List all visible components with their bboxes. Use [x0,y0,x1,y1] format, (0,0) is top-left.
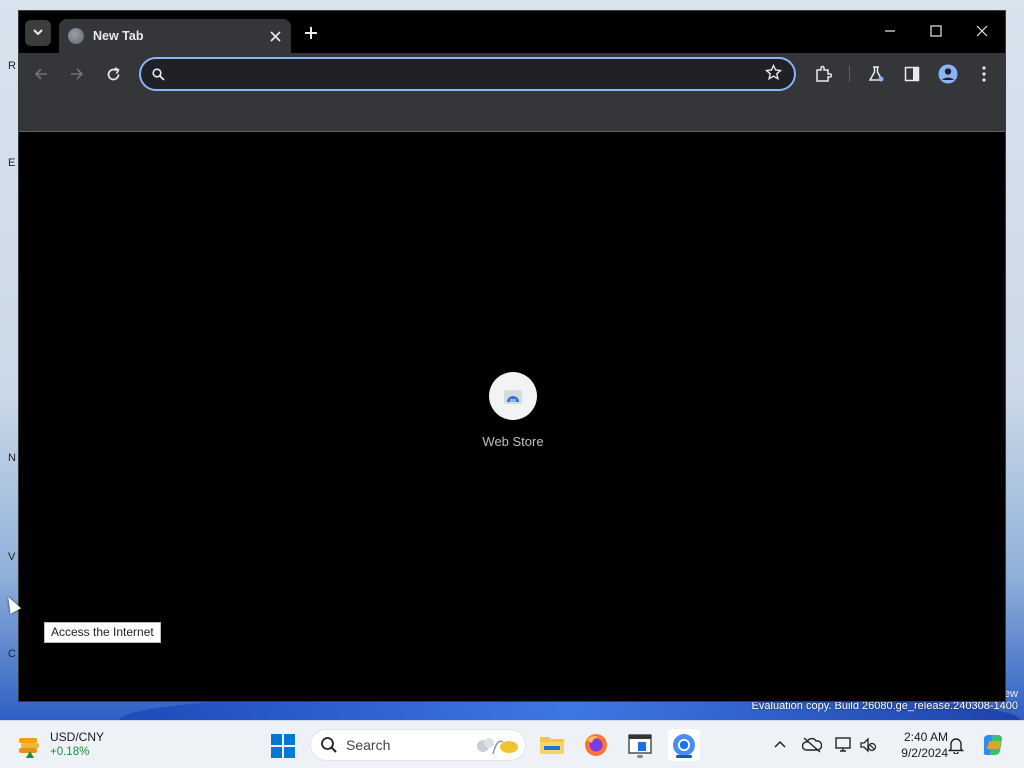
shortcut-label: Web Store [482,434,544,449]
tooltip: Access the Internet [44,622,161,643]
maximize-icon [930,25,942,37]
taskbar-firefox[interactable] [580,729,612,761]
arrow-left-icon [34,68,47,80]
chrome-icon [673,734,695,756]
clock-date: 9/2/2024 [901,746,948,760]
address-input[interactable] [173,63,753,85]
reload-button[interactable] [100,61,126,87]
volume-muted-icon[interactable] [858,735,878,755]
forward-button[interactable] [64,61,90,87]
taskbar: USD/CNY +0.18% Search 2:40 AM 9/2/2024 [0,720,1024,768]
tab-close-button[interactable] [265,26,285,46]
title-bar: New Tab [19,11,1005,53]
minimize-button[interactable] [867,11,913,51]
desktop-icon-label[interactable]: N [8,452,16,464]
toolbar [19,53,1005,95]
window-app-icon [628,734,652,754]
reload-icon [107,66,120,80]
window-controls [867,11,1005,51]
labs-flask-icon[interactable] [865,63,887,85]
arrow-right-icon [71,68,84,80]
browser-window: New Tab Web Store [18,10,1006,702]
close-icon [269,30,281,42]
new-tab-button[interactable] [299,21,323,45]
taskbar-search-box[interactable]: Search [310,729,526,761]
tab-new-tab[interactable]: New Tab [59,19,291,53]
profile-avatar-icon[interactable] [937,63,959,85]
network-icon[interactable] [834,735,854,755]
watermark-edition: ew [1003,688,1018,700]
tab-search-button[interactable] [25,20,51,46]
bell-icon[interactable] [946,735,966,755]
search-placeholder: Search [346,737,391,753]
desktop-icon-label[interactable]: V [8,551,15,563]
system-clock[interactable]: 2:40 AM 9/2/2024 [884,729,948,761]
running-indicator [637,755,643,758]
address-bar[interactable] [139,57,796,91]
taskbar-file-explorer[interactable] [536,729,568,761]
running-indicator [676,755,692,758]
copilot-icon[interactable] [980,732,1006,758]
bookmarks-bar [19,95,1005,132]
chevron-up-icon[interactable] [770,735,790,755]
globe-icon [68,28,84,44]
plus-icon [305,27,317,39]
search-icon [149,65,167,83]
more-menu-icon[interactable] [973,63,995,85]
close-window-button[interactable] [959,11,1005,51]
web-store-icon [489,372,537,420]
search-icon [320,736,338,754]
maximize-button[interactable] [913,11,959,51]
shortcut-web-store[interactable]: Web Store [463,372,563,462]
back-button[interactable] [28,61,54,87]
desktop-icon-label[interactable]: C [8,648,16,660]
desktop-icon-label[interactable]: R [8,60,16,72]
minimize-icon [885,30,895,32]
search-highlight-icon [471,732,521,758]
side-panel-icon[interactable] [901,63,923,85]
taskbar-chrome[interactable] [668,729,700,761]
currency-widget[interactable]: USD/CNY +0.18% [16,729,104,761]
widget-change: +0.18% [50,746,90,758]
firefox-icon [585,734,607,756]
onedrive-offline-icon[interactable] [802,735,822,755]
start-button[interactable] [270,733,296,759]
clock-time: 2:40 AM [903,730,948,744]
desktop-icon-label[interactable]: E [8,157,15,169]
toolbar-separator [849,66,850,82]
tab-title: New Tab [93,29,144,43]
new-tab-page: Web Store [19,133,1005,701]
close-icon [976,25,988,37]
bookmark-star-icon[interactable] [764,63,783,85]
windows-logo-icon [271,734,295,758]
folder-icon [540,737,564,754]
widget-currency-pair: USD/CNY [50,730,105,744]
taskbar-app-window[interactable] [624,729,656,761]
extensions-icon[interactable] [812,63,834,85]
chevron-down-icon [32,26,44,41]
currency-chart-icon [16,732,42,758]
